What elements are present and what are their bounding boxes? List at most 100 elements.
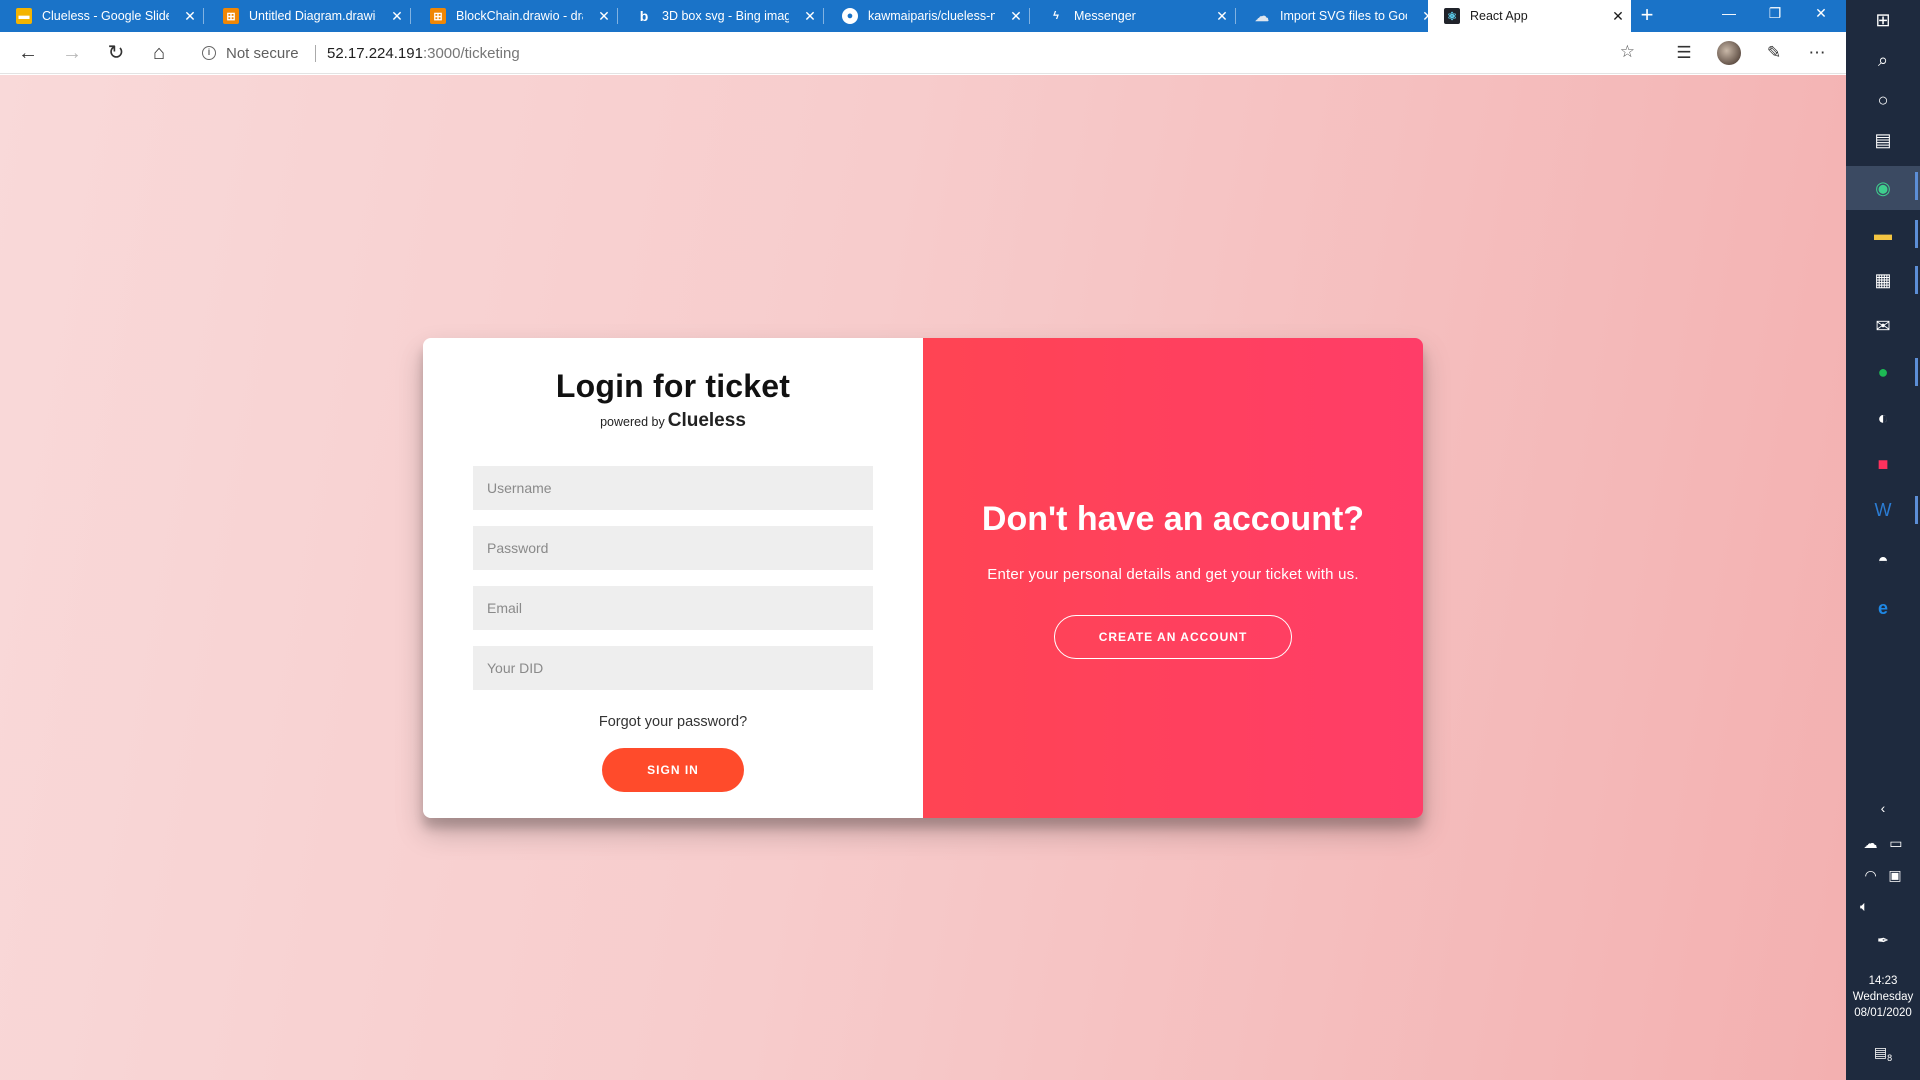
drawio-icon: ⊞ xyxy=(223,8,239,24)
close-icon[interactable]: ✕ xyxy=(797,8,823,25)
signup-panel: Don't have an account? Enter your person… xyxy=(923,338,1423,818)
url-field[interactable]: i Not secure 52.17.224.191:3000/ticketin… xyxy=(190,37,1645,69)
clock-day: Wednesday xyxy=(1852,991,1914,1003)
pen-icon[interactable]: ✒ xyxy=(1846,932,1920,949)
clock-date: 08/01/2020 xyxy=(1854,1007,1912,1019)
app-tray-icon[interactable]: ☁ xyxy=(1864,835,1878,851)
sign-in-button[interactable]: SIGN IN xyxy=(602,748,744,792)
url-text: 52.17.224.191:3000/ticketing xyxy=(327,45,520,62)
new-tab-button[interactable]: + xyxy=(1632,0,1662,32)
tab-title: Import SVG files to Googl xyxy=(1280,9,1407,23)
bing-icon: b xyxy=(639,8,649,24)
file-explorer-icon[interactable]: ▬ xyxy=(1846,214,1920,254)
did-input[interactable] xyxy=(473,646,873,690)
url-host: 52.17.224.191 xyxy=(327,45,423,62)
google-slides-icon: ▬ xyxy=(16,8,32,24)
taskbar: ⊞ ⌕ ○ ▤ ◉ ▬ ▦ ✉ ● ◐ ■ W ◓ e ‹ ☁ ▭ ◠ ▣ 🔈︎… xyxy=(1846,0,1920,1080)
username-input[interactable] xyxy=(473,466,873,510)
battery-icon[interactable]: ▭ xyxy=(1889,835,1902,851)
back-button[interactable]: ← xyxy=(12,37,44,69)
tab-untitled-diagram[interactable]: ⊞ Untitled Diagram.drawio ✕ xyxy=(207,0,410,32)
photos-icon[interactable]: ◓ xyxy=(1846,540,1920,580)
display-icon[interactable]: ▣ xyxy=(1888,867,1901,883)
forgot-password-link[interactable]: Forgot your password? xyxy=(423,714,923,730)
cortana-icon[interactable]: ○ xyxy=(1846,80,1920,120)
address-bar: ← → ↻ ⌂ i Not secure 52.17.224.191:3000/… xyxy=(0,32,1846,74)
mail-icon[interactable]: ✉ xyxy=(1846,306,1920,346)
browser-window: ▬ Clueless - Google Slides ✕ ⊞ Untitled … xyxy=(0,0,1846,1080)
close-icon[interactable]: ✕ xyxy=(384,8,410,25)
notification-center[interactable]: ▤8 xyxy=(1846,1044,1920,1063)
tab-title: kawmaiparis/clueless-new xyxy=(868,9,995,23)
wifi-icon[interactable]: ◠ xyxy=(1864,867,1876,883)
close-icon[interactable]: ✕ xyxy=(177,8,203,25)
tab-title: 3D box svg - Bing images xyxy=(662,9,789,23)
auth-card: Login for ticket powered byClueless Forg… xyxy=(423,338,1423,818)
close-window-button[interactable]: ✕ xyxy=(1798,0,1844,32)
tab-import-svg[interactable]: ☁ Import SVG files to Googl ✕ xyxy=(1238,0,1441,32)
create-account-button[interactable]: CREATE AN ACCOUNT xyxy=(1054,615,1292,659)
powered-by: powered by Clueless xyxy=(423,410,923,432)
edge-beta-icon[interactable]: ◉ xyxy=(1846,166,1920,210)
signup-text: Enter your personal details and get your… xyxy=(987,566,1359,583)
search-icon[interactable]: ⌕ xyxy=(1846,40,1920,80)
cloud-icon: ☁ xyxy=(1255,7,1269,24)
favorites-icon[interactable]: ☰ xyxy=(1668,37,1700,69)
volume-icon[interactable]: 🔈︎ xyxy=(1846,898,1920,915)
signup-title: Don't have an account? xyxy=(981,500,1365,538)
chevron-left-icon[interactable]: ‹ xyxy=(1846,800,1920,816)
tab-google-slides[interactable]: ▬ Clueless - Google Slides ✕ xyxy=(0,0,203,32)
tab-messenger[interactable]: ϟ Messenger ✕ xyxy=(1032,0,1235,32)
tab-title: BlockChain.drawio - draw xyxy=(456,9,583,23)
star-icon[interactable]: ☆ xyxy=(1620,42,1635,62)
refresh-button[interactable]: ↻ xyxy=(100,37,132,69)
info-icon[interactable]: i xyxy=(202,46,216,60)
intellij-icon[interactable]: ■ xyxy=(1846,444,1920,484)
tab-title: Messenger xyxy=(1074,9,1136,23)
clock-time: 14:23 xyxy=(1868,975,1898,987)
tab-blockchain-drawio[interactable]: ⊞ BlockChain.drawio - draw ✕ xyxy=(414,0,617,32)
powered-by-label: powered by xyxy=(600,415,665,429)
close-icon[interactable]: ✕ xyxy=(1605,8,1631,25)
notification-count: 8 xyxy=(1887,1052,1893,1063)
task-view-icon[interactable]: ▤ xyxy=(1846,120,1920,160)
tray-icons-row-1: ☁ ▭ xyxy=(1846,835,1920,852)
forward-button[interactable]: → xyxy=(56,37,88,69)
tab-title: Untitled Diagram.drawio xyxy=(249,9,376,23)
restore-button[interactable]: ❐ xyxy=(1752,0,1798,32)
github-icon: ● xyxy=(842,8,858,24)
login-title: Login for ticket xyxy=(555,368,791,404)
tab-title: Clueless - Google Slides xyxy=(42,9,169,23)
messenger-icon: ϟ xyxy=(1053,10,1059,22)
tab-react-app[interactable]: ⚛ React App ✕ xyxy=(1428,0,1631,32)
minimize-button[interactable]: — xyxy=(1706,0,1752,32)
security-label: Not secure xyxy=(226,45,299,62)
tray-icons-row-2: ◠ ▣ xyxy=(1846,867,1920,884)
edge-legacy-icon[interactable]: e xyxy=(1846,588,1920,628)
url-path: :3000/ticketing xyxy=(422,45,520,62)
feedback-icon[interactable]: ✎ xyxy=(1758,37,1790,69)
spotify-icon[interactable]: ● xyxy=(1846,352,1920,392)
close-icon[interactable]: ✕ xyxy=(1209,8,1235,25)
email-input[interactable] xyxy=(473,586,873,630)
tab-title: React App xyxy=(1470,9,1528,23)
login-panel: Login for ticket powered byClueless Forg… xyxy=(423,338,923,818)
notification-icon: ▤ xyxy=(1873,1044,1888,1060)
more-icon[interactable]: ⋯ xyxy=(1801,37,1833,69)
word-icon[interactable]: W xyxy=(1846,490,1920,530)
tab-github[interactable]: ● kawmaiparis/clueless-new ✕ xyxy=(826,0,1029,32)
password-input[interactable] xyxy=(473,526,873,570)
page-viewport: Login for ticket powered byClueless Forg… xyxy=(0,75,1846,1080)
close-icon[interactable]: ✕ xyxy=(1003,8,1029,25)
react-icon: ⚛ xyxy=(1444,8,1460,24)
brand-name: Clueless xyxy=(667,410,746,431)
steam-icon[interactable]: ◐ xyxy=(1846,398,1920,438)
avatar[interactable] xyxy=(1717,41,1741,65)
home-button[interactable]: ⌂ xyxy=(143,37,175,69)
tab-strip: ▬ Clueless - Google Slides ✕ ⊞ Untitled … xyxy=(0,0,1846,32)
clock[interactable]: 14:23 Wednesday 08/01/2020 xyxy=(1846,973,1920,1021)
close-icon[interactable]: ✕ xyxy=(591,8,617,25)
windows-start-icon[interactable]: ⊞ xyxy=(1846,0,1920,40)
tab-bing-images[interactable]: b 3D box svg - Bing images ✕ xyxy=(620,0,823,32)
store-icon[interactable]: ▦ xyxy=(1846,260,1920,300)
